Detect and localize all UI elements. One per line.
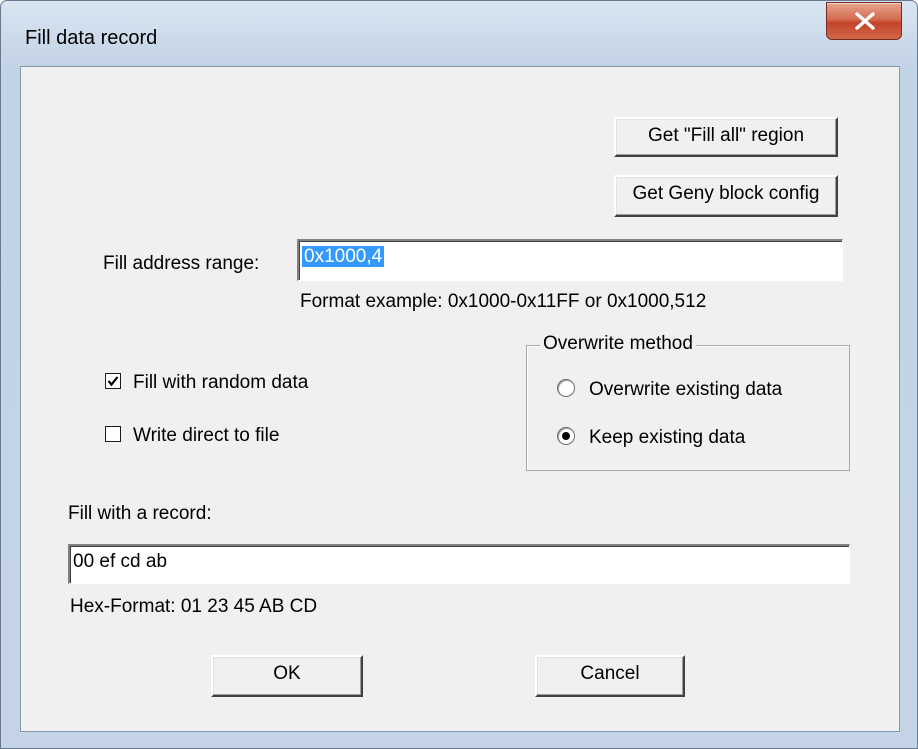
address-format-hint: Format example: 0x1000-0x11FF or 0x1000,… xyxy=(300,291,707,312)
dialog-window: Fill data record Get "Fill all" region G… xyxy=(0,0,918,749)
overwrite-method-group xyxy=(526,345,850,471)
write-direct-label: Write direct to file xyxy=(133,425,280,446)
fill-random-checkbox[interactable] xyxy=(105,373,121,389)
fill-random-label: Fill with random data xyxy=(133,372,309,393)
fill-record-value: 00 ef cd ab xyxy=(73,551,168,572)
fill-address-range-label: Fill address range: xyxy=(103,253,260,274)
overwrite-method-title: Overwrite method xyxy=(540,333,696,355)
hex-format-hint: Hex-Format: 01 23 45 AB CD xyxy=(70,596,318,617)
keep-existing-radio[interactable] xyxy=(557,427,575,445)
fill-record-label: Fill with a record: xyxy=(68,503,212,524)
close-button[interactable] xyxy=(826,2,902,40)
get-fill-all-region-button[interactable]: Get "Fill all" region xyxy=(614,117,838,157)
checkmark-icon xyxy=(107,376,119,387)
fill-address-range-input[interactable]: 0x1000,4 xyxy=(297,239,843,281)
overwrite-existing-label: Overwrite existing data xyxy=(589,379,783,400)
keep-existing-label: Keep existing data xyxy=(589,427,746,448)
fill-address-range-value: 0x1000,4 xyxy=(302,246,385,267)
write-direct-checkbox[interactable] xyxy=(105,426,121,442)
ok-button[interactable]: OK xyxy=(211,655,363,697)
close-icon xyxy=(855,12,875,30)
cancel-button[interactable]: Cancel xyxy=(535,655,685,697)
window-title: Fill data record xyxy=(25,27,158,49)
fill-record-input[interactable]: 00 ef cd ab xyxy=(68,544,850,584)
radio-selected-dot xyxy=(562,432,570,440)
get-geny-block-config-button[interactable]: Get Geny block config xyxy=(614,175,838,217)
overwrite-existing-radio[interactable] xyxy=(557,379,575,397)
